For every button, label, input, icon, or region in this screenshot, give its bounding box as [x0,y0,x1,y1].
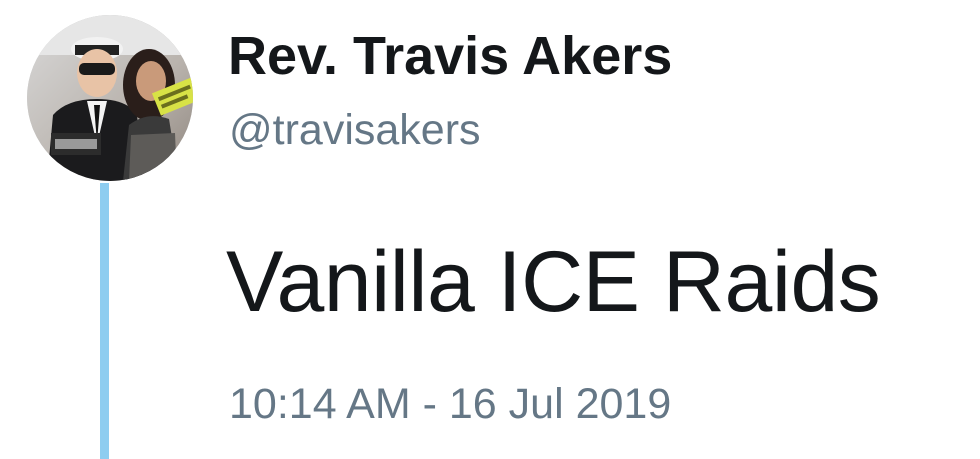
user-handle[interactable]: @travisakers [229,104,481,156]
tweet: Rev. Travis Akers @travisakers Vanilla I… [0,0,980,459]
avatar-photo [27,15,193,181]
avatar[interactable] [27,15,193,181]
tweet-text: Vanilla ICE Raids [226,234,881,330]
thread-connector-line [100,183,109,459]
display-name[interactable]: Rev. Travis Akers [228,24,672,88]
tweet-timestamp[interactable]: 10:14 AM - 16 Jul 2019 [229,378,671,430]
